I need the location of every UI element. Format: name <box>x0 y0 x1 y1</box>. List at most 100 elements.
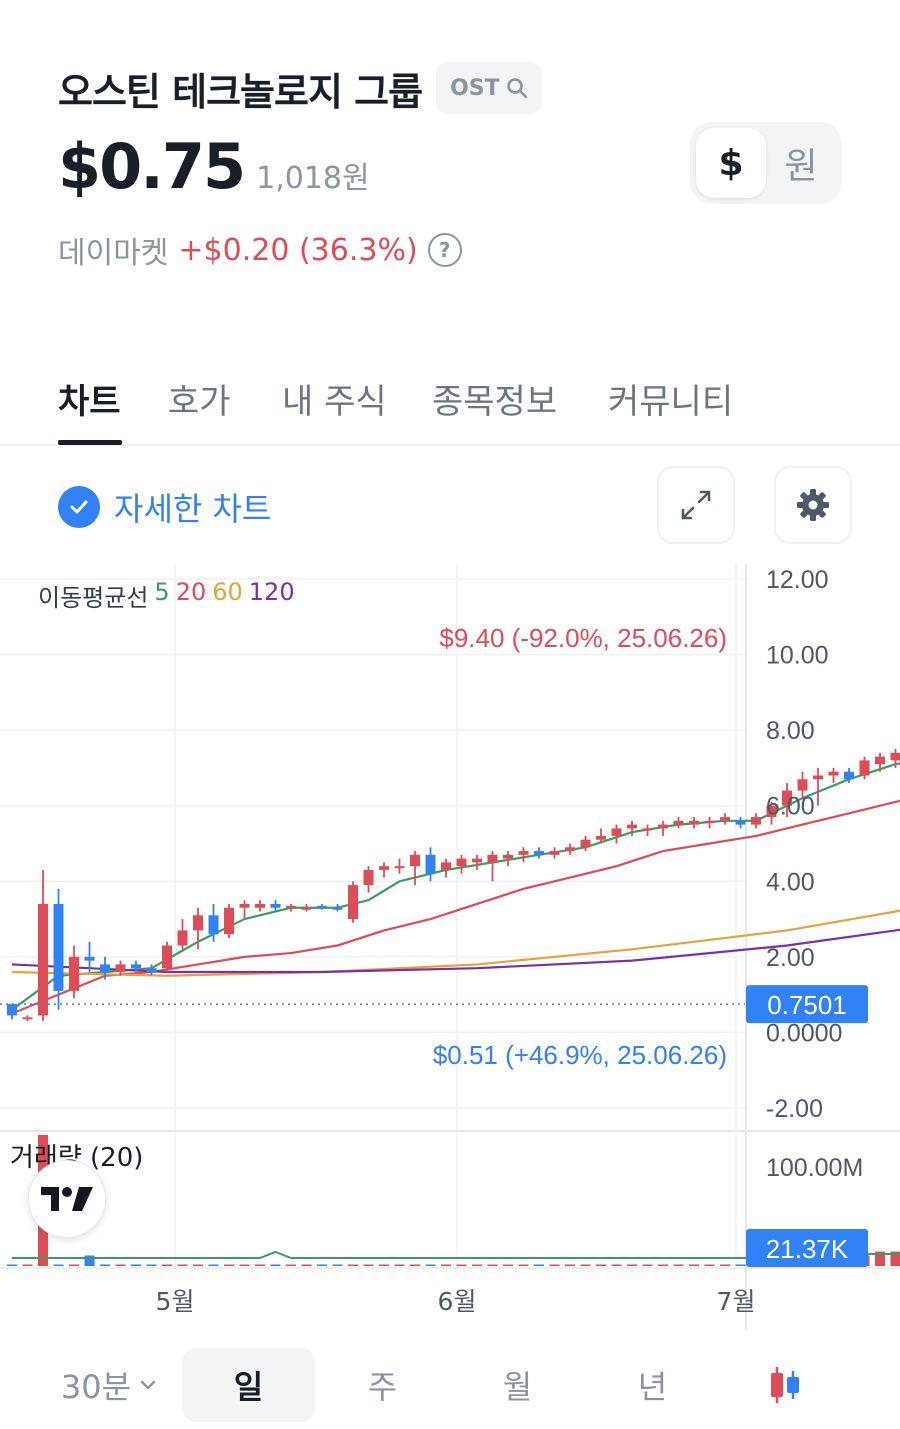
check-icon <box>58 486 100 528</box>
interval-year[interactable]: 년 <box>590 1348 715 1422</box>
candle-body <box>286 905 296 908</box>
volume-bar <box>193 1264 203 1266</box>
candle-body <box>379 866 389 870</box>
detail-chart-label: 자세한 차트 <box>114 490 272 528</box>
candle-body <box>487 854 498 863</box>
candle-body <box>317 905 327 908</box>
interval-bar: 30분 일 주 월 년 <box>0 1344 900 1429</box>
ma-legend-120: 120 <box>248 578 295 606</box>
chart-settings-button[interactable] <box>774 466 852 544</box>
interval-30min-label: 30분 <box>60 1368 132 1406</box>
chart-type-button[interactable] <box>740 1348 830 1422</box>
candle-body <box>704 820 715 823</box>
candle-body <box>565 847 575 852</box>
ma-legend-label: 이동평균선 <box>38 584 149 612</box>
detail-chart-toggle[interactable]: 자세한 차트 <box>58 484 271 530</box>
volume-bar <box>658 1264 668 1266</box>
volume-bar <box>69 1264 79 1266</box>
tab-bar: 차트 호가 내 주식 종목정보 커뮤니티 <box>0 360 900 446</box>
volume-tick-label: 100.00M <box>766 1154 863 1182</box>
candle-body <box>270 903 281 908</box>
volume-bar <box>208 1264 219 1266</box>
candle-body <box>735 820 746 825</box>
chevron-down-icon <box>140 1380 156 1390</box>
volume-bar <box>720 1264 730 1266</box>
candle-body <box>673 820 684 825</box>
candle-body <box>534 851 544 855</box>
ma-legend-60: 60 <box>212 578 243 606</box>
volume-bar <box>348 1264 358 1266</box>
tradingview-logo[interactable] <box>28 1160 106 1238</box>
volume-bar <box>131 1264 141 1266</box>
volume-bar <box>239 1264 250 1266</box>
currency-toggle[interactable]: $ 원 <box>690 122 842 204</box>
candle-body <box>658 824 668 829</box>
search-icon <box>506 78 527 99</box>
volume-bar <box>177 1264 188 1266</box>
candle-body <box>456 858 467 867</box>
candle-body <box>844 771 854 780</box>
change-row: 데이마켓 +$0.20 (36.3%) ? <box>58 228 462 272</box>
tab-orderbook[interactable]: 호가 <box>168 374 231 423</box>
expand-button[interactable] <box>657 466 735 544</box>
volume-bar <box>596 1264 606 1266</box>
ticker-search-pill[interactable]: OST <box>436 62 542 114</box>
price-chart[interactable]: 12.00 10.00 8.00 6.00 4.00 2.00 0.0000 -2.00 5월 6… <box>0 564 900 1344</box>
candle-body <box>425 854 436 874</box>
candle-body <box>410 854 420 867</box>
candle-body <box>580 839 591 848</box>
volume-bar <box>425 1264 436 1266</box>
candle-body <box>115 964 126 972</box>
interval-week[interactable]: 주 <box>320 1348 445 1422</box>
volume-bar <box>270 1264 281 1266</box>
volume-bar <box>611 1264 622 1266</box>
expand-icon <box>681 490 711 520</box>
candle-body <box>441 862 451 870</box>
volume-bar <box>115 1264 126 1266</box>
currency-usd-option[interactable]: $ <box>696 128 766 198</box>
tab-stock-info[interactable]: 종목정보 <box>432 374 557 423</box>
volume-bar <box>255 1264 265 1266</box>
candle-body <box>503 854 513 859</box>
interval-30min-dropdown[interactable]: 30분 <box>50 1348 170 1422</box>
currency-krw-option[interactable]: 원 <box>766 128 836 198</box>
candle-body <box>797 779 808 791</box>
volume-bar <box>689 1264 699 1266</box>
candle-body <box>720 817 730 821</box>
current-price-label: 0.7501 <box>767 990 847 1020</box>
volume-bar <box>441 1264 451 1266</box>
help-icon[interactable]: ? <box>427 233 462 267</box>
volume-bar <box>735 1264 746 1266</box>
candle-body <box>53 903 64 991</box>
stock-header: 오스틴 테크놀로지 그룹 OST $0.75 1,018원 데이마켓 +$0.2… <box>58 60 858 271</box>
y-tick-label: 2.00 <box>766 944 815 972</box>
candle-body <box>627 824 637 829</box>
tab-community[interactable]: 커뮤니티 <box>608 374 733 423</box>
volume-bar <box>704 1264 715 1266</box>
candle-body <box>208 915 219 935</box>
active-tab-indicator <box>58 440 122 445</box>
interval-day[interactable]: 일 <box>182 1348 315 1422</box>
candle-body <box>875 756 885 765</box>
candle-body <box>7 1004 17 1016</box>
candle-body <box>890 752 900 761</box>
y-tick-label: -2.00 <box>766 1095 823 1123</box>
price-krw: 1,018원 <box>256 161 370 196</box>
candle-body <box>100 964 110 972</box>
volume-bar <box>503 1264 513 1266</box>
candle-body <box>162 945 172 969</box>
tab-chart[interactable]: 차트 <box>58 374 121 423</box>
tab-my-stock[interactable]: 내 주식 <box>282 374 387 423</box>
candle-body <box>193 915 203 931</box>
candle-body <box>751 817 761 825</box>
x-tick-label: 7월 <box>717 1287 756 1316</box>
y-tick-label: 6.00 <box>766 793 815 821</box>
ticker-symbol: OST <box>450 75 500 101</box>
volume-bar <box>549 1264 560 1266</box>
y-tick-label: 4.00 <box>766 868 815 896</box>
volume-bar <box>146 1264 157 1266</box>
candle-body <box>642 828 653 831</box>
interval-month[interactable]: 월 <box>455 1348 580 1422</box>
candle-body <box>239 903 250 908</box>
candle-body <box>255 903 265 908</box>
